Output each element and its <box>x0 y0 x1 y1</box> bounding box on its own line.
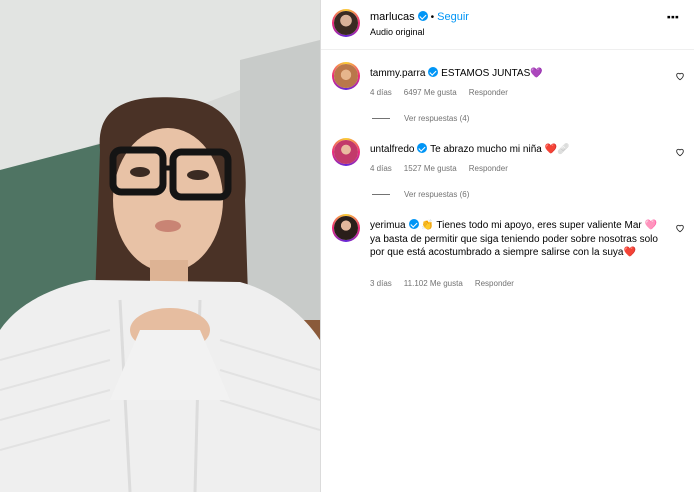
comment-meta: 4 días 1527 Me gusta Responder <box>370 164 520 173</box>
comment-text-lead: 👏 Tienes todo mi apoyo, eres super valie… <box>421 220 622 231</box>
comment-username[interactable]: tammy.parra <box>370 68 425 79</box>
comment-body: untalfredo Te abrazo mucho mi niña ❤️🩹 <box>370 143 660 157</box>
comment-emoji: ❤️ <box>623 247 636 258</box>
comment-age[interactable]: 4 días <box>370 164 392 173</box>
comment-likes[interactable]: 1527 Me gusta <box>404 164 457 173</box>
verified-badge-icon <box>428 67 439 77</box>
comment-likes[interactable]: 6497 Me gusta <box>404 88 457 97</box>
separator-dot: • <box>430 12 435 23</box>
verified-badge-icon <box>417 143 428 153</box>
view-replies-label[interactable]: Ver respuestas (4) <box>404 114 469 123</box>
author-avatar[interactable] <box>332 9 360 37</box>
audio-label[interactable]: Audio original <box>370 27 425 37</box>
comment-age[interactable]: 4 días <box>370 88 392 97</box>
follow-button[interactable]: Seguir <box>437 11 469 23</box>
commenter-avatar[interactable] <box>332 62 360 90</box>
comment-username[interactable]: untalfredo <box>370 144 414 155</box>
comment-body: yerimua 👏 Tienes todo mi apoyo, eres sup… <box>370 219 660 260</box>
commenter-avatar[interactable] <box>332 214 360 242</box>
replies-line <box>372 194 390 196</box>
comment-body: tammy.parra ESTAMOS JUNTAS💜 <box>370 67 660 81</box>
view-replies[interactable]: Ver respuestas (6) <box>372 190 469 199</box>
reply-button[interactable]: Responder <box>475 279 514 288</box>
view-replies[interactable]: Ver respuestas (4) <box>372 114 469 123</box>
heart-icon[interactable] <box>675 147 685 157</box>
view-replies-label[interactable]: Ver respuestas (6) <box>404 190 469 199</box>
author-line: marlucas • Seguir <box>370 11 469 23</box>
verified-badge-icon <box>417 11 428 21</box>
reply-button[interactable]: Responder <box>469 164 508 173</box>
comment-emoji: 💜 <box>530 68 543 79</box>
comment-text: Te abrazo mucho mi niña <box>430 144 542 155</box>
author-username[interactable]: marlucas <box>370 11 415 23</box>
comment-age[interactable]: 3 días <box>370 279 392 288</box>
comment-meta: 3 días 11.102 Me gusta Responder <box>370 279 526 288</box>
reply-button[interactable]: Responder <box>469 88 508 97</box>
post-header: marlucas • Seguir Audio original ⋮ <box>321 0 694 50</box>
replies-line <box>372 118 390 120</box>
heart-icon[interactable] <box>675 71 685 81</box>
verified-badge-icon <box>408 219 419 229</box>
comment-likes[interactable]: 11.102 Me gusta <box>404 279 463 288</box>
comment-meta: 4 días 6497 Me gusta Responder <box>370 88 520 97</box>
heart-icon[interactable] <box>675 223 685 233</box>
comments-panel: marlucas • Seguir Audio original ⋮ tammy.p… <box>321 0 694 492</box>
more-options-icon[interactable]: ⋮ <box>665 10 681 24</box>
video-frame <box>0 0 320 492</box>
comment-username[interactable]: yerimua <box>370 220 406 231</box>
commenter-avatar[interactable] <box>332 138 360 166</box>
comment-text: ESTAMOS JUNTAS <box>441 68 531 79</box>
comment-emoji: ❤️🩹 <box>544 144 570 155</box>
video-player[interactable] <box>0 0 320 492</box>
